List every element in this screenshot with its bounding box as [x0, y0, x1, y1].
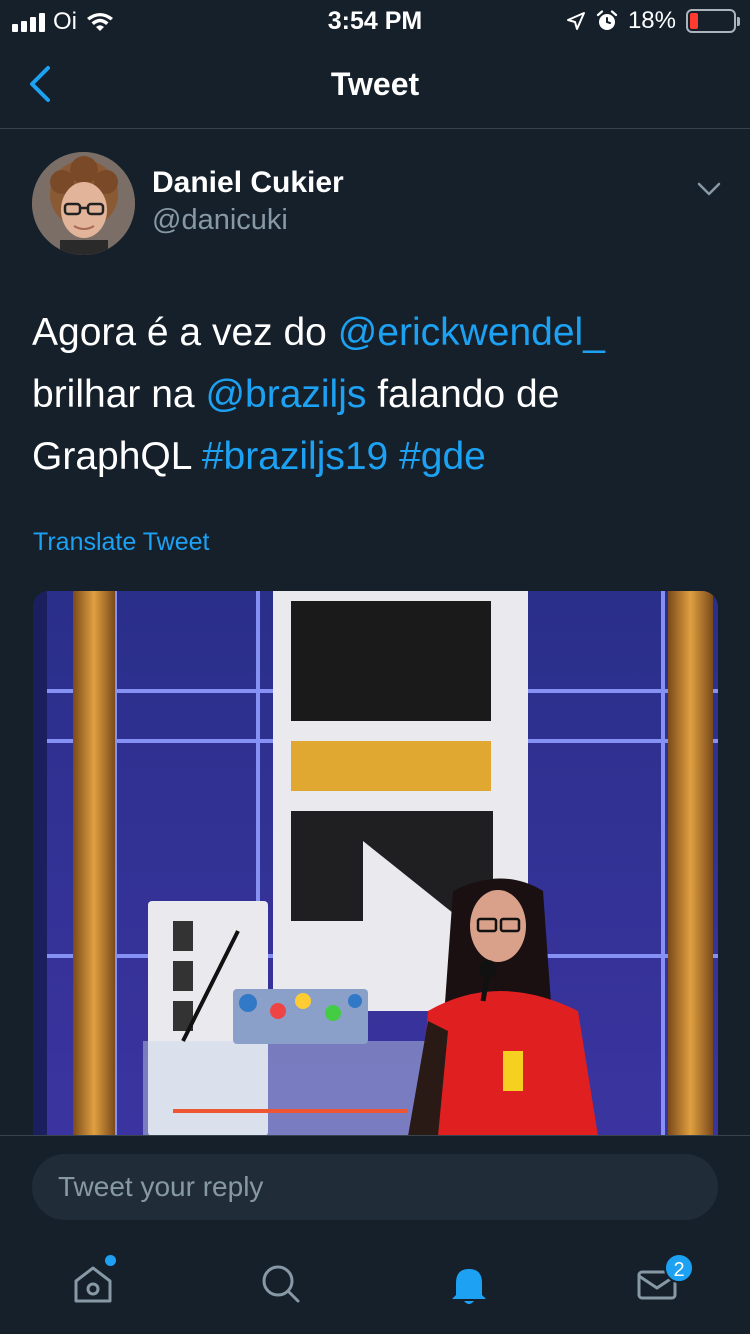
tweet-photo[interactable] — [33, 591, 718, 1136]
battery-percent: 18% — [627, 7, 676, 34]
hashtag-link[interactable]: #gde — [399, 435, 486, 478]
tab-home[interactable] — [68, 1255, 118, 1309]
tweet-text: Agora é a vez do @erickwendel_ brilhar n… — [32, 302, 722, 488]
chevron-down-icon[interactable] — [696, 180, 722, 198]
author-handle[interactable]: @danicuki — [152, 204, 288, 237]
tweet-text-segment: GraphQL — [32, 435, 202, 478]
status-bar: Oi 3:54 PM 18% — [0, 0, 750, 40]
avatar[interactable] — [32, 152, 135, 255]
new-content-dot — [105, 1255, 116, 1266]
mention-link[interactable]: @braziljs — [205, 373, 366, 416]
tab-messages[interactable]: 2 — [632, 1253, 694, 1309]
alarm-icon — [596, 10, 618, 30]
tab-notifications[interactable] — [444, 1259, 494, 1309]
tab-bar: 2 — [0, 1235, 750, 1334]
tweet-text-segment: brilhar na — [32, 373, 206, 416]
reply-bar — [0, 1135, 750, 1235]
reply-input[interactable] — [32, 1154, 718, 1220]
translate-tweet-link[interactable]: Translate Tweet — [33, 528, 209, 557]
battery-icon — [686, 9, 740, 33]
tweet-header: Daniel Cukier @danicuki — [32, 152, 722, 258]
tab-search[interactable] — [256, 1259, 306, 1309]
search-icon — [262, 1265, 300, 1303]
messages-badge: 2 — [664, 1253, 694, 1283]
hashtag-link[interactable]: #braziljs19 — [202, 435, 388, 478]
bell-icon — [452, 1269, 486, 1304]
tweet-text-segment: Agora é a vez do — [32, 311, 338, 354]
home-icon — [74, 1266, 112, 1303]
tweet-text-segment: falando de — [366, 373, 560, 416]
mention-link[interactable]: @erickwendel_ — [338, 311, 605, 354]
nav-header: Tweet — [0, 40, 750, 129]
author-name[interactable]: Daniel Cukier — [152, 166, 344, 200]
page-title: Tweet — [330, 66, 420, 102]
location-icon — [566, 12, 585, 30]
